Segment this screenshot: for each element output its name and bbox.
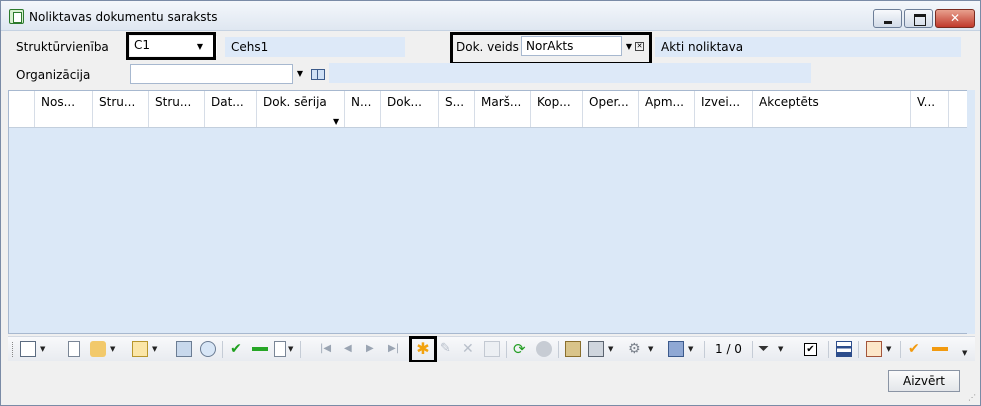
title-bar: Noliktavas dokumentu saraksts: [1, 1, 980, 31]
toolbar-separator: [858, 341, 859, 358]
footer: Aizvērt ⋰: [1, 362, 980, 405]
org-dropdown-icon[interactable]: ▼: [295, 65, 305, 83]
filter-document-dropdown-icon[interactable]: ▼: [110, 345, 115, 353]
column-header[interactable]: Stru...: [149, 91, 205, 127]
toolbar-separator: [300, 341, 301, 358]
next-record-icon[interactable]: ▶: [366, 341, 382, 357]
column-header[interactable]: V...: [911, 91, 949, 127]
column-header[interactable]: Kop...: [531, 91, 583, 127]
doc-type-label: Dok. veids: [456, 40, 519, 54]
layout-dropdown-icon[interactable]: ▼: [40, 345, 45, 353]
save-layout-icon[interactable]: [668, 341, 684, 357]
row-selector-header[interactable]: [9, 91, 35, 127]
delete-x-icon[interactable]: ✕: [462, 341, 478, 357]
column-header[interactable]: Izvei...: [695, 91, 753, 127]
green-minus-icon[interactable]: [252, 347, 268, 351]
checkbox-icon[interactable]: ✔: [804, 343, 817, 356]
insert-record-star-icon[interactable]: ✱: [415, 341, 431, 357]
orange-check-icon[interactable]: ✔: [908, 341, 924, 357]
export-icon[interactable]: [565, 341, 581, 357]
refresh-document-icon[interactable]: [200, 341, 216, 357]
toolbar-overflow-icon[interactable]: ▼: [962, 349, 967, 357]
column-header[interactable]: Akceptēts: [753, 91, 911, 127]
first-record-icon[interactable]: |◀: [320, 341, 336, 357]
window-title: Noliktavas dokumentu saraksts: [29, 10, 218, 24]
last-record-icon[interactable]: ▶|: [388, 341, 404, 357]
grid-view-icon[interactable]: [836, 341, 852, 357]
org-name-field: [329, 63, 811, 83]
toolbar-separator: [222, 341, 223, 358]
grid-toolbar: ▼ ▼ ▼ ✔ ▼ |◀ ◀ ▶ ▶| ✱ ✎ ✕ ⟳ ▼ ⚙ ▼ ▼ 1 / …: [8, 336, 975, 363]
sort-arrow-icon: ▼: [333, 117, 340, 126]
document-add-dropdown-icon[interactable]: ▼: [288, 345, 293, 353]
org-label: Organizācija: [16, 68, 91, 82]
column-header[interactable]: Apm...: [639, 91, 695, 127]
filter-panel: Struktūrvienība C1 ▼ Cehs1 Dok. veids No…: [7, 32, 976, 88]
column-header[interactable]: Oper...: [583, 91, 639, 127]
grid-header: Nos... Stru... Stru... Dat... Dok. sērij…: [9, 91, 974, 128]
toolbar-separator: [828, 341, 829, 358]
printer-icon[interactable]: [588, 341, 604, 357]
orange-minus-icon[interactable]: [932, 347, 948, 351]
toolbar-separator: [558, 341, 559, 358]
maximize-button[interactable]: [904, 9, 933, 28]
column-header[interactable]: N...: [345, 91, 381, 127]
column-header[interactable]: Dok...: [381, 91, 439, 127]
doc-type-dropdown-icon[interactable]: ▼: [624, 38, 634, 56]
calendar-icon[interactable]: [866, 341, 882, 357]
funnel-filter-dropdown-icon[interactable]: ▼: [778, 345, 783, 353]
toolbar-grip[interactable]: [12, 342, 15, 357]
document-add-icon[interactable]: [274, 341, 286, 357]
resize-grip-icon[interactable]: ⋰: [968, 393, 978, 403]
column-header[interactable]: Dat...: [205, 91, 257, 127]
column-header[interactable]: Nos...: [35, 91, 93, 127]
minimize-button[interactable]: [873, 9, 902, 28]
column-header[interactable]: Marš...: [475, 91, 531, 127]
edit-document-icon[interactable]: [132, 341, 148, 357]
documents-grid[interactable]: Nos... Stru... Stru... Dat... Dok. sērij…: [8, 90, 975, 334]
filter-document-icon[interactable]: [90, 341, 106, 357]
main-window: Noliktavas dokumentu saraksts Struktūrvi…: [0, 0, 981, 406]
cancel-circle-icon[interactable]: [536, 341, 552, 357]
struct-label: Struktūrvienība: [16, 40, 109, 54]
calendar-dropdown-icon[interactable]: ▼: [886, 345, 891, 353]
toolbar-separator: [506, 341, 507, 358]
accept-check-icon[interactable]: ✔: [228, 341, 244, 357]
gear-icon[interactable]: ⚙: [628, 341, 644, 357]
previous-record-icon[interactable]: ◀: [344, 341, 360, 357]
org-input[interactable]: [130, 64, 293, 84]
funnel-filter-icon[interactable]: ⏷: [758, 341, 774, 357]
grid-scrollbar[interactable]: [967, 90, 975, 334]
edit-document-dropdown-icon[interactable]: ▼: [152, 345, 157, 353]
copy-record-icon[interactable]: [484, 341, 500, 357]
printer-dropdown-icon[interactable]: ▼: [608, 345, 613, 353]
close-window-button[interactable]: [935, 9, 975, 28]
column-header[interactable]: Dok. sērija: [257, 91, 345, 127]
org-lookup-book-icon[interactable]: [311, 68, 325, 80]
struct-name-field: Cehs1: [225, 37, 405, 57]
doc-type-name-field: Akti noliktava: [655, 37, 961, 57]
save-layout-dropdown-icon[interactable]: ▼: [688, 345, 693, 353]
app-document-icon: [9, 9, 24, 24]
new-document-icon[interactable]: [68, 341, 80, 357]
edit-pencil-icon[interactable]: ✎: [440, 341, 456, 357]
print-preview-icon[interactable]: [176, 341, 192, 357]
page-count-label: 1 / 0: [715, 342, 742, 356]
column-header[interactable]: Stru...: [93, 91, 149, 127]
toolbar-separator: [900, 341, 901, 358]
toolbar-separator: [752, 341, 753, 358]
doc-type-input[interactable]: NorAkts: [521, 36, 622, 56]
gear-dropdown-icon[interactable]: ▼: [648, 345, 653, 353]
layout-icon[interactable]: [20, 341, 36, 357]
close-button[interactable]: Aizvērt: [888, 370, 960, 392]
toolbar-separator: [704, 341, 705, 358]
struct-highlight: [126, 32, 216, 60]
doc-type-clear-icon[interactable]: ✕: [635, 42, 644, 51]
column-header[interactable]: S...: [439, 91, 475, 127]
sync-refresh-icon[interactable]: ⟳: [513, 341, 529, 357]
